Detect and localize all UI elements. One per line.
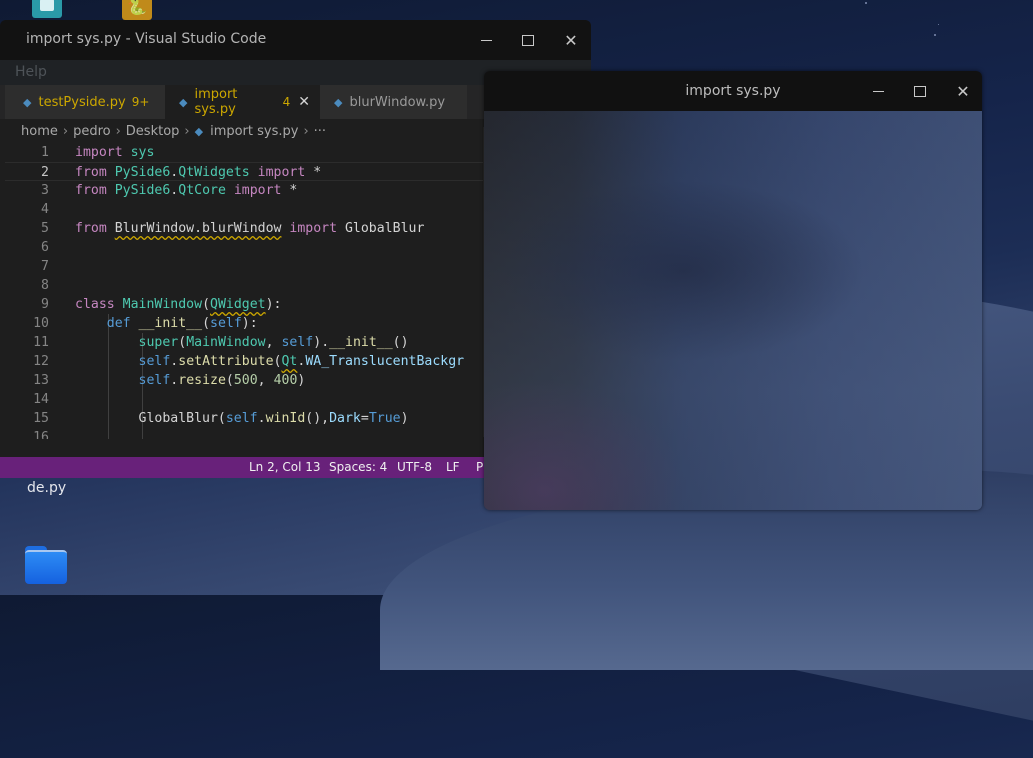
breadcrumb-home[interactable]: home	[21, 124, 58, 139]
chevron-right-icon: ›	[62, 123, 69, 139]
line-number: 16	[33, 430, 49, 439]
code-text: from PySide6.QtWidgets import *	[75, 165, 322, 180]
code-line[interactable]: 9 class MainWindow(QWidget):	[5, 295, 483, 314]
folder-body	[25, 550, 67, 584]
chevron-right-icon: ›	[184, 123, 190, 139]
line-number: 3	[41, 183, 49, 198]
breadcrumb-file[interactable]: import sys.py	[210, 124, 298, 139]
code-editor[interactable]: 1 import sys 2 from PySide6.QtWidgets impor…	[5, 143, 483, 439]
code-line[interactable]: 13 self.resize(500, 400)	[5, 371, 483, 390]
menu-help[interactable]: Help	[15, 64, 47, 80]
python-file-icon: ◆	[334, 95, 343, 109]
code-line[interactable]: 2 from PySide6.QtWidgets import *	[5, 162, 483, 181]
code-text: from BlurWindow.blurWindow import Global…	[75, 221, 425, 236]
tab-import-sys[interactable]: ◆ import sys.py 4 ✕	[165, 85, 320, 119]
line-number: 15	[33, 411, 49, 426]
line-number: 8	[41, 278, 49, 293]
code-line[interactable]: 15 GlobalBlur(self.winId(),Dark=True)	[5, 409, 483, 428]
line-number: 12	[33, 354, 49, 369]
code-text: from PySide6.QtCore import *	[75, 183, 298, 198]
line-number: 9	[41, 297, 49, 312]
code-line[interactable]: 11 super(MainWindow, self).__init__()	[5, 333, 483, 352]
code-line[interactable]: 4	[5, 200, 483, 219]
star	[865, 2, 867, 4]
minimize-button[interactable]	[475, 29, 497, 51]
tab-label: testPyside.py	[38, 94, 126, 110]
blur-window: import sys.py ✕	[484, 71, 982, 510]
code-line[interactable]: 6	[5, 238, 483, 257]
line-number: 11	[33, 335, 49, 350]
code-text: self.setAttribute(Qt.WA_TranslucentBackg…	[138, 354, 465, 369]
code-text: super(MainWindow, self).__init__()	[138, 335, 409, 350]
close-button[interactable]: ✕	[560, 29, 582, 51]
python-file-icon: ◆	[194, 124, 204, 138]
desktop-file-label[interactable]: de.py	[27, 480, 66, 496]
line-number: 13	[33, 373, 49, 388]
code-line[interactable]: 16	[5, 428, 483, 439]
status-cursor-position[interactable]: Ln 2, Col 13	[249, 460, 321, 474]
blur-window-title: import sys.py	[685, 83, 781, 99]
code-line[interactable]: 10 def __init__(self):	[5, 314, 483, 333]
maximize-button[interactable]	[517, 29, 539, 51]
code-line[interactable]: 12 self.setAttribute(Qt.WA_TranslucentBa…	[5, 352, 483, 371]
code-line[interactable]: 8	[5, 276, 483, 295]
code-line[interactable]: 14	[5, 390, 483, 409]
tab-testpyside[interactable]: ◆ testPyside.py 9+	[5, 85, 165, 119]
line-number: 2	[41, 165, 49, 180]
code-line[interactable]: 5 from BlurWindow.blurWindow import Globa…	[5, 219, 483, 238]
tab-label: blurWindow.py	[349, 94, 446, 110]
line-number: 7	[41, 259, 49, 274]
tab-blurwindow[interactable]: ◆ blurWindow.py	[320, 85, 468, 119]
code-text: class MainWindow(QWidget):	[75, 297, 282, 312]
status-encoding[interactable]: UTF-8	[397, 460, 432, 474]
python-app-icon[interactable]: 🐍	[122, 0, 152, 20]
code-line[interactable]: 7	[5, 257, 483, 276]
chevron-right-icon: ›	[115, 123, 121, 139]
close-button[interactable]: ✕	[952, 80, 974, 102]
box-app-icon[interactable]	[32, 0, 62, 18]
minimize-button[interactable]	[867, 80, 889, 102]
blur-window-titlebar[interactable]: import sys.py ✕	[484, 71, 982, 111]
status-indentation[interactable]: Spaces: 4	[329, 460, 387, 474]
code-text: import sys	[75, 145, 155, 160]
star	[938, 24, 939, 25]
code-text: def __init__(self):	[106, 316, 258, 331]
star	[934, 34, 936, 36]
line-number: 1	[41, 145, 49, 160]
code-text: GlobalBlur(self.winId(),Dark=True)	[75, 411, 409, 426]
code-line[interactable]: 3 from PySide6.QtCore import *	[5, 181, 483, 200]
chevron-right-icon: ›	[303, 123, 309, 139]
breadcrumb-desktop[interactable]: Desktop	[126, 124, 180, 139]
line-number: 6	[41, 240, 49, 255]
python-file-icon: ◆	[179, 95, 188, 109]
vscode-titlebar[interactable]: import sys.py - Visual Studio Code ✕	[0, 20, 591, 60]
problem-count-badge: 9+	[131, 95, 150, 109]
close-tab-icon[interactable]: ✕	[298, 94, 310, 110]
line-number: 14	[33, 392, 49, 407]
code-line[interactable]: 1 import sys	[5, 143, 483, 162]
tab-label: import sys.py	[194, 87, 238, 117]
problem-count-badge: 4	[282, 95, 291, 109]
blurred-window-content	[484, 111, 982, 510]
maximize-button[interactable]	[909, 80, 931, 102]
folder-icon[interactable]	[25, 546, 67, 584]
breadcrumb-pedro[interactable]: pedro	[73, 124, 111, 139]
window-title: import sys.py - Visual Studio Code	[26, 31, 267, 47]
status-language[interactable]: P	[476, 460, 483, 474]
status-eol[interactable]: LF	[446, 460, 460, 474]
code-text: self.resize(500, 400)	[138, 373, 306, 388]
breadcrumb-symbols[interactable]: ···	[314, 124, 326, 139]
line-number: 4	[41, 202, 49, 217]
line-number: 5	[41, 221, 49, 236]
line-number: 10	[33, 316, 49, 331]
python-file-icon: ◆	[23, 95, 32, 109]
